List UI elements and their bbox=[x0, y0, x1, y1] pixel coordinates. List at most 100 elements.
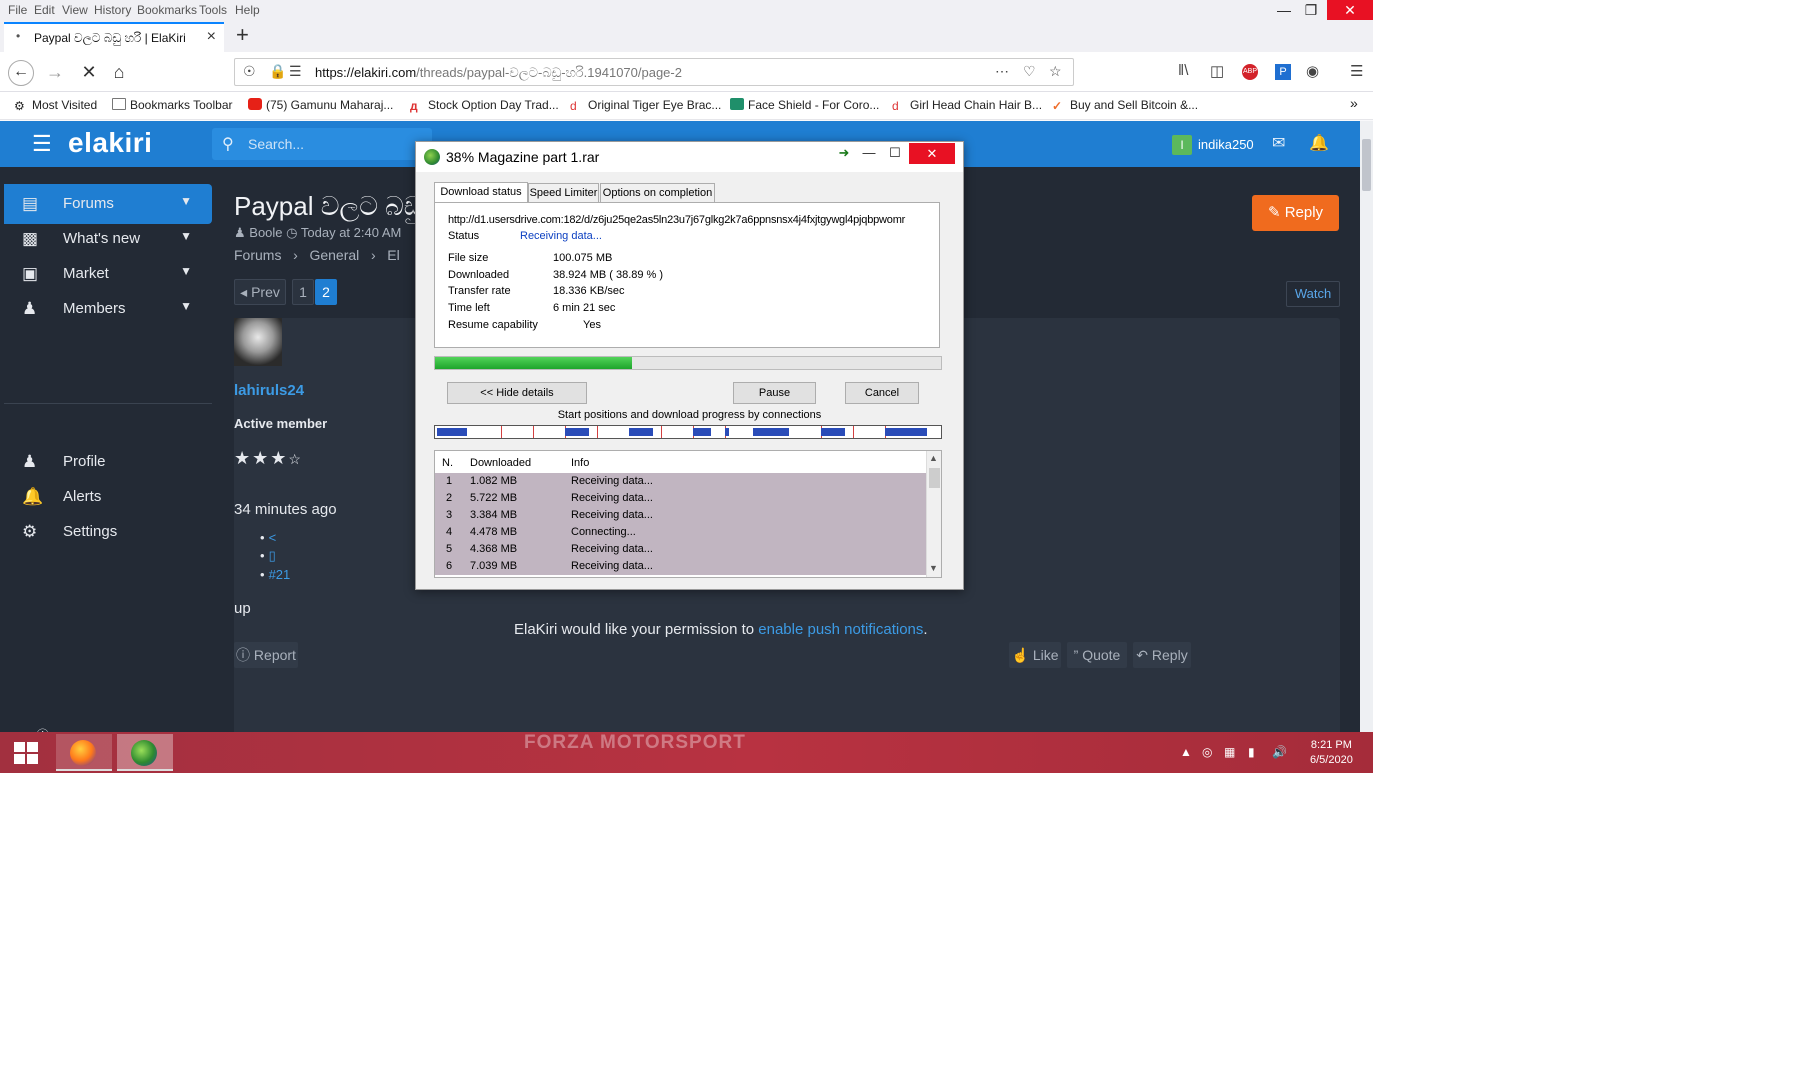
tab-speed-limiter[interactable]: Speed Limiter bbox=[528, 183, 599, 203]
bookmark-youtube[interactable]: (75) Gamunu Maharaj... bbox=[248, 98, 393, 112]
cancel-button[interactable]: Cancel bbox=[845, 382, 919, 404]
bookmark-hair-chain[interactable]: d Girl Head Chain Hair B... bbox=[892, 98, 1042, 113]
bookmark-toolbar-folder[interactable]: Bookmarks Toolbar bbox=[112, 98, 233, 112]
tray-app-icon[interactable]: ◎ bbox=[1202, 745, 1212, 759]
menu-history[interactable]: History bbox=[94, 3, 131, 17]
dialog-close-icon[interactable]: ✕ bbox=[909, 143, 955, 164]
chevron-down-icon[interactable]: ▼ bbox=[180, 229, 192, 243]
sidebar-item-alerts[interactable]: 🔔 Alerts bbox=[4, 477, 212, 517]
breadcrumb-forums[interactable]: Forums bbox=[234, 247, 281, 263]
home-icon[interactable]: ⌂ bbox=[106, 60, 132, 86]
back-icon[interactable]: ← bbox=[8, 60, 34, 86]
bookmark-stock-option[interactable]: д Stock Option Day Trad... bbox=[410, 98, 559, 113]
taskbar-idm[interactable] bbox=[117, 734, 173, 771]
taskbar-firefox[interactable] bbox=[56, 734, 112, 771]
dialog-titlebar[interactable]: 38% Magazine part 1.rar ➜ — ☐ ✕ bbox=[416, 142, 963, 172]
table-row[interactable]: 6 7.039 MB Receiving data... bbox=[435, 558, 926, 575]
bookmark-face-shield[interactable]: Face Shield - For Coro... bbox=[730, 98, 879, 112]
account-icon[interactable]: ◉ bbox=[1306, 62, 1319, 80]
tab-download-status[interactable]: Download status bbox=[434, 182, 528, 203]
post-number-link[interactable]: • #21 bbox=[260, 567, 290, 582]
table-row[interactable]: 5 4.368 MB Receiving data... bbox=[435, 541, 926, 558]
pager-page-1[interactable]: 1 bbox=[292, 279, 314, 305]
table-row[interactable]: 1 1.082 MB Receiving data... bbox=[435, 473, 926, 490]
pager-page-2[interactable]: 2 bbox=[315, 279, 337, 305]
maximize-icon[interactable]: ❐ bbox=[1293, 0, 1329, 20]
scrollbar-thumb[interactable] bbox=[1362, 139, 1371, 191]
avatar[interactable] bbox=[234, 318, 282, 366]
network-icon[interactable]: ▦ bbox=[1224, 745, 1235, 759]
table-row[interactable]: 3 3.384 MB Receiving data... bbox=[435, 507, 926, 524]
browser-tab[interactable]: • Paypal වලට බඩු හරි | ElaKiri × bbox=[4, 22, 224, 52]
menu-view[interactable]: View bbox=[62, 3, 88, 17]
adblock-icon[interactable]: ABP bbox=[1242, 64, 1258, 80]
page-actions-icon[interactable]: ⋯ bbox=[995, 63, 1009, 80]
post-reply-button[interactable]: ↶ Reply bbox=[1133, 642, 1191, 668]
stop-loading-icon[interactable]: ✕ bbox=[76, 60, 102, 86]
close-icon[interactable]: ✕ bbox=[1327, 0, 1373, 20]
permissions-icon[interactable]: ☰ bbox=[289, 63, 302, 80]
sidebar-item-forums[interactable]: ▤ Forums ▼ bbox=[4, 184, 212, 224]
menu-tools[interactable]: Tools bbox=[199, 3, 227, 17]
site-logo[interactable]: elakiri bbox=[68, 127, 152, 159]
pager-prev[interactable]: ◂ Prev bbox=[234, 279, 286, 305]
post-username[interactable]: lahiruls24 bbox=[234, 382, 304, 399]
chevron-down-icon[interactable]: ▼ bbox=[180, 264, 192, 278]
mail-icon[interactable]: ✉ bbox=[1272, 133, 1285, 153]
url-bar[interactable]: ☉ 🔒 ☰ https://elakiri.com/threads/paypal… bbox=[234, 58, 1074, 86]
sidebar-toggle-icon[interactable]: ◫ bbox=[1210, 62, 1224, 80]
bookmark-star-icon[interactable]: ☆ bbox=[1049, 63, 1062, 80]
menu-bookmarks[interactable]: Bookmarks bbox=[137, 3, 197, 17]
chevron-down-icon[interactable]: ▼ bbox=[180, 299, 192, 313]
hamburger-menu-icon[interactable]: ☰ bbox=[1350, 62, 1363, 80]
thread-author[interactable]: Boole bbox=[249, 225, 282, 240]
user-menu[interactable]: Iindika250 bbox=[1172, 135, 1254, 155]
reply-button[interactable]: ✎ Reply bbox=[1252, 195, 1339, 231]
enable-push-link[interactable]: enable push notifications bbox=[758, 621, 923, 638]
site-search[interactable]: ⚲ Search... bbox=[212, 128, 432, 160]
extension-p-icon[interactable]: P bbox=[1275, 64, 1291, 80]
pause-button[interactable]: Pause bbox=[733, 382, 816, 404]
col-header-n[interactable]: N. bbox=[442, 457, 453, 469]
menu-help[interactable]: Help bbox=[235, 3, 260, 17]
sidebar-item-market[interactable]: ▣ Market ▼ bbox=[4, 254, 212, 294]
col-header-info[interactable]: Info bbox=[571, 457, 589, 469]
sidebar-item-profile[interactable]: ♟ Profile bbox=[4, 442, 212, 482]
scroll-up-icon[interactable]: ▲ bbox=[929, 453, 938, 463]
lock-icon[interactable]: 🔒 bbox=[269, 63, 286, 80]
sidebar-item-members[interactable]: ♟ Members ▼ bbox=[4, 289, 212, 329]
watch-button[interactable]: Watch bbox=[1286, 281, 1340, 307]
report-button[interactable]: ⓘ Report bbox=[234, 642, 298, 668]
hide-details-button[interactable]: << Hide details bbox=[447, 382, 587, 404]
pocket-icon[interactable]: ♡ bbox=[1023, 63, 1036, 80]
like-button[interactable]: ☝ Like bbox=[1009, 642, 1061, 668]
site-menu-icon[interactable]: ☰ bbox=[32, 131, 52, 157]
page-scrollbar[interactable] bbox=[1360, 121, 1373, 732]
bookmark-action[interactable]: • ▯ bbox=[260, 548, 276, 564]
tab-close-icon[interactable]: × bbox=[207, 28, 216, 46]
windows-start-icon[interactable] bbox=[14, 742, 38, 764]
scroll-down-icon[interactable]: ▼ bbox=[929, 563, 938, 573]
table-scrollbar-thumb[interactable] bbox=[929, 468, 940, 488]
bookmark-bitcoin[interactable]: ✓ Buy and Sell Bitcoin &... bbox=[1052, 98, 1198, 113]
sidebar-item-whats-new[interactable]: ▩ What's new ▼ bbox=[4, 219, 212, 259]
col-header-downloaded[interactable]: Downloaded bbox=[470, 457, 531, 469]
volume-icon[interactable]: 🔊 bbox=[1272, 745, 1287, 759]
share-action[interactable]: • < bbox=[260, 530, 276, 545]
dialog-maximize-icon[interactable]: ☐ bbox=[880, 142, 910, 164]
table-row[interactable]: 2 5.722 MB Receiving data... bbox=[435, 490, 926, 507]
forward-icon[interactable]: → bbox=[42, 60, 68, 86]
bell-icon[interactable]: 🔔 bbox=[1309, 133, 1329, 153]
breadcrumb-subforum[interactable]: El bbox=[387, 247, 399, 263]
table-row[interactable]: 4 4.478 MB Connecting... bbox=[435, 524, 926, 541]
tab-options-on-completion[interactable]: Options on completion bbox=[600, 183, 715, 203]
chevron-down-icon[interactable]: ▼ bbox=[180, 194, 192, 208]
taskbar-clock[interactable]: 8:21 PM 6/5/2020 bbox=[1310, 738, 1353, 768]
sidebar-item-settings[interactable]: ⚙ Settings bbox=[4, 512, 212, 552]
menu-edit[interactable]: Edit bbox=[34, 3, 55, 17]
tray-chevron-icon[interactable]: ▲ bbox=[1180, 745, 1192, 759]
bookmark-tiger-eye[interactable]: d Original Tiger Eye Brac... bbox=[570, 98, 721, 113]
menu-file[interactable]: File bbox=[8, 3, 27, 17]
new-tab-icon[interactable]: + bbox=[236, 22, 249, 48]
bookmark-most-visited[interactable]: ⚙ Most Visited bbox=[14, 98, 97, 113]
